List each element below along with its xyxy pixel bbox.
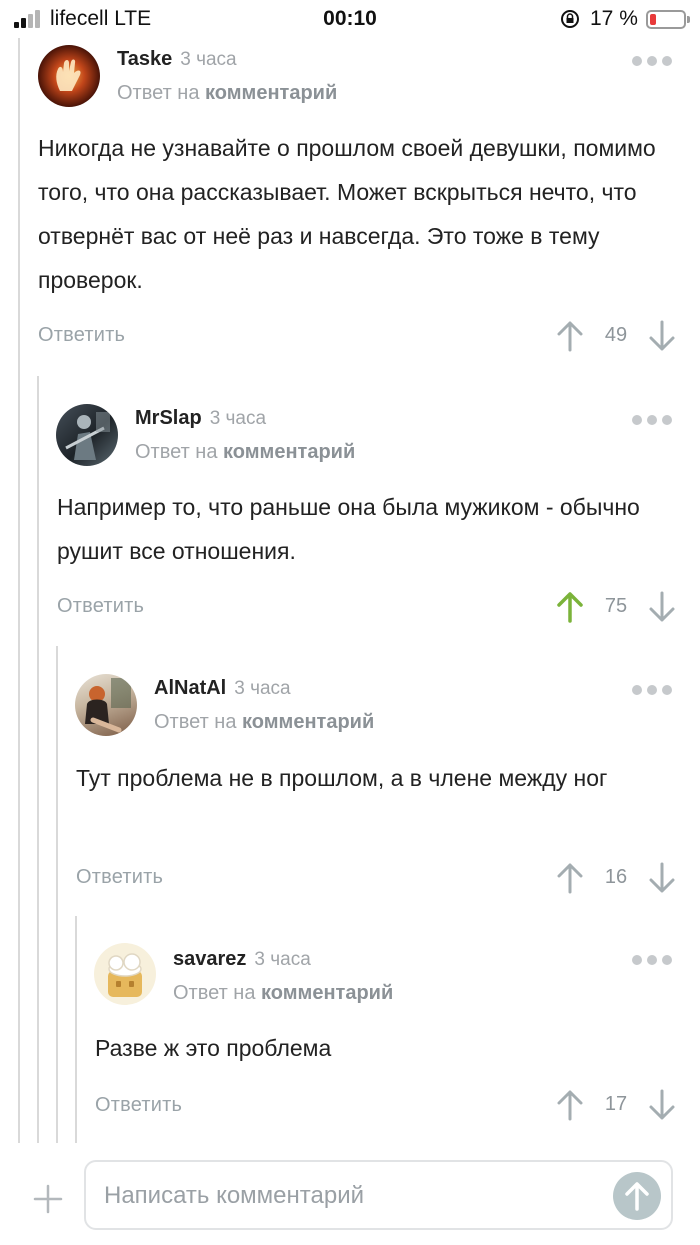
reply-button[interactable]: Ответить: [57, 595, 144, 618]
battery-percent: 17 %: [590, 7, 638, 30]
avatar[interactable]: [56, 404, 118, 466]
avatar[interactable]: [75, 674, 137, 736]
author-name[interactable]: MrSlap: [135, 407, 202, 429]
rotation-lock-icon: [561, 10, 579, 28]
comment-composer: Написать комментарий: [0, 1147, 700, 1245]
more-options-icon[interactable]: [632, 54, 672, 68]
score: 17: [604, 1093, 628, 1115]
reply-button[interactable]: Ответить: [76, 866, 163, 889]
thread-line[interactable]: [18, 38, 20, 1143]
upvote-icon[interactable]: [556, 862, 584, 894]
thread-line[interactable]: [37, 376, 39, 1143]
guitar-player-image: [65, 412, 110, 460]
more-options-icon[interactable]: [632, 413, 672, 427]
plus-icon[interactable]: [32, 1183, 64, 1215]
default-avatar-icon: [108, 953, 142, 997]
reply-button[interactable]: Ответить: [95, 1094, 182, 1117]
author-name[interactable]: AlNatAl: [154, 677, 226, 699]
reply-to-label: Ответ на комментарий: [117, 82, 338, 104]
score: 75: [604, 595, 628, 617]
portrait-image: [85, 678, 131, 733]
comment-link[interactable]: комментарий: [205, 82, 337, 104]
reply-to-label: Ответ на комментарий: [154, 711, 375, 733]
comment-time: 3 часа: [234, 678, 291, 699]
more-options-icon[interactable]: [632, 683, 672, 697]
author-name[interactable]: savarez: [173, 948, 246, 970]
comment-text: Тут проблема не в прошлом, а в члене меж…: [76, 765, 608, 791]
thread-line[interactable]: [75, 916, 77, 1143]
more-options-icon[interactable]: [632, 953, 672, 967]
author-name[interactable]: Taske: [117, 48, 172, 70]
status-bar: lifecell LTE 00:10 17 %: [0, 0, 700, 38]
downvote-icon[interactable]: [648, 1089, 676, 1121]
battery-icon: [646, 10, 690, 29]
rating: 16: [556, 858, 676, 898]
comment-text: Никогда не узнавайте о прошлом своей дев…: [38, 135, 656, 293]
upvote-icon[interactable]: [556, 320, 584, 352]
reply-to-label: Ответ на комментарий: [173, 982, 394, 1004]
score: 16: [604, 866, 628, 888]
comment-link[interactable]: комментарий: [242, 711, 374, 733]
avatar[interactable]: [94, 943, 156, 1005]
rating: 75: [556, 587, 676, 627]
score: 49: [604, 324, 628, 346]
reply-button[interactable]: Ответить: [38, 324, 125, 347]
avatar[interactable]: [38, 45, 100, 107]
comment-input[interactable]: Написать комментарий: [84, 1160, 673, 1230]
reply-to-label: Ответ на комментарий: [135, 441, 356, 463]
hand-icon: [56, 59, 81, 91]
comment-time: 3 часа: [209, 408, 267, 429]
comment-text: Разве ж это проблема: [95, 1035, 332, 1061]
comment-time: 3 часа: [180, 49, 237, 70]
downvote-icon[interactable]: [648, 591, 676, 623]
downvote-icon[interactable]: [648, 862, 676, 894]
thread-line[interactable]: [56, 646, 58, 1143]
comment-input-placeholder: Написать комментарий: [104, 1182, 365, 1209]
rating: 49: [556, 316, 676, 356]
comment-link[interactable]: комментарий: [261, 982, 393, 1004]
rating: 17: [556, 1085, 676, 1125]
comment-time: 3 часа: [254, 949, 311, 970]
comment-link[interactable]: комментарий: [223, 441, 355, 463]
upvote-icon[interactable]: [556, 1089, 584, 1121]
send-button[interactable]: [613, 1172, 661, 1220]
arrow-up-icon: [625, 1182, 649, 1211]
upvote-icon-active[interactable]: [556, 591, 584, 623]
downvote-icon[interactable]: [648, 320, 676, 352]
comment-text: Например то, что раньше она была мужиком…: [57, 494, 640, 564]
